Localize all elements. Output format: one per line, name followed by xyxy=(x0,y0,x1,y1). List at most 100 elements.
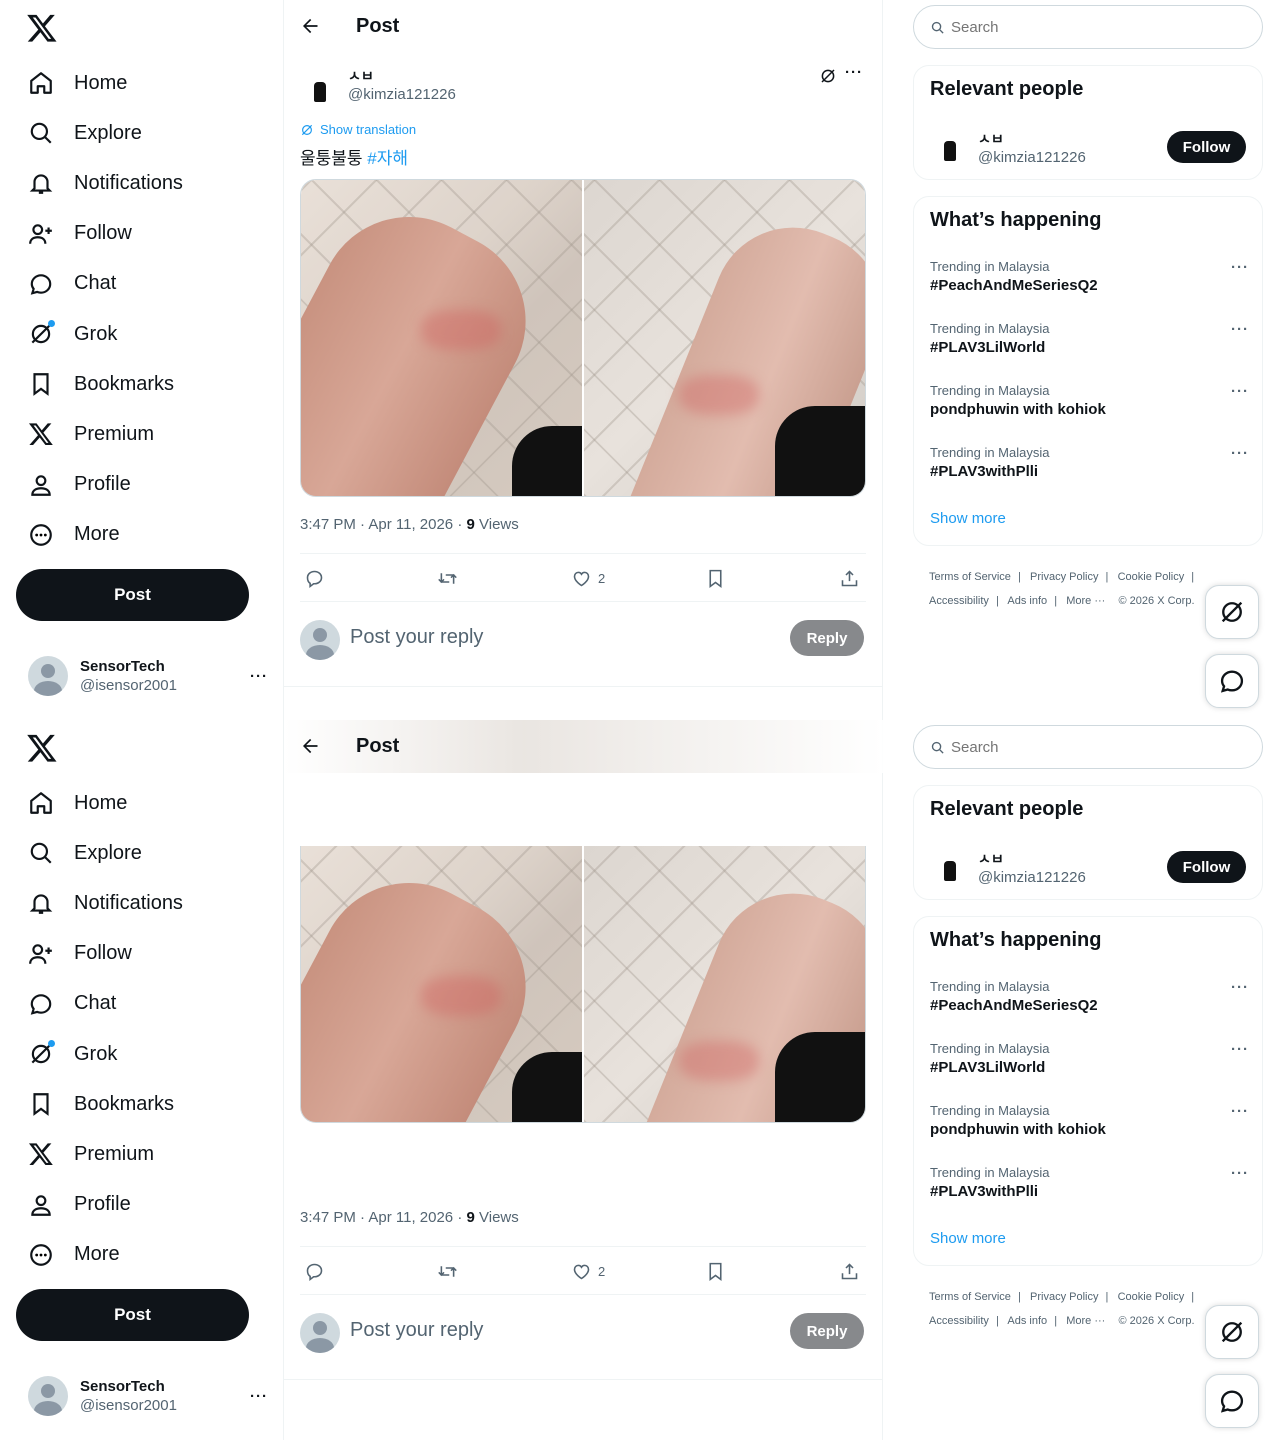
search-bar[interactable] xyxy=(913,5,1263,49)
author-name[interactable]: ㅅㅂ xyxy=(348,66,374,86)
nav-item-follow[interactable]: Follow xyxy=(16,209,276,259)
post-photo-2[interactable] xyxy=(582,180,865,496)
privacy-link[interactable]: Privacy Policy xyxy=(1030,1291,1098,1303)
nav-item-more[interactable]: More xyxy=(16,510,276,560)
reply-action[interactable] xyxy=(304,567,325,589)
trend-more-icon[interactable]: ··· xyxy=(1231,259,1249,276)
more-link[interactable]: More ··· xyxy=(1066,595,1105,607)
nav-item-home[interactable]: Home xyxy=(16,58,276,108)
trend-more-icon[interactable]: ··· xyxy=(1231,1165,1249,1182)
grok-icon[interactable] xyxy=(819,67,837,85)
trend-item[interactable]: Trending in Malaysia #PLAV3LilWorld ··· xyxy=(930,1041,1248,1091)
nav-item-bookmarks[interactable]: Bookmarks xyxy=(16,1079,276,1129)
reply-input[interactable]: Post your reply xyxy=(350,1319,483,1342)
trend-more-icon[interactable]: ··· xyxy=(1231,979,1249,996)
account-switcher[interactable]: SensorTech @isensor2001 ··· xyxy=(28,655,268,697)
nav-item-premium[interactable]: Premium xyxy=(16,409,276,459)
search-bar[interactable] xyxy=(913,725,1263,769)
person-name[interactable]: ㅅㅂ xyxy=(978,129,1004,149)
nav-item-notifications[interactable]: Notifications xyxy=(16,158,276,208)
grok-fab[interactable] xyxy=(1205,585,1259,639)
nav-item-notifications[interactable]: Notifications xyxy=(16,878,276,928)
back-arrow-icon[interactable] xyxy=(300,16,320,36)
chat-fab[interactable] xyxy=(1205,1374,1259,1428)
post-media[interactable] xyxy=(300,846,866,1123)
repost-action[interactable] xyxy=(437,567,458,589)
post-button[interactable]: Post xyxy=(16,569,249,621)
nav-item-chat[interactable]: Chat xyxy=(16,979,276,1029)
show-more-link[interactable]: Show more xyxy=(930,510,1006,527)
follow-button[interactable]: Follow xyxy=(1167,851,1246,883)
nav-item-chat[interactable]: Chat xyxy=(16,259,276,309)
trend-item[interactable]: Trending in Malaysia #PeachAndMeSeriesQ2 ·… xyxy=(930,979,1248,1029)
post-more-icon[interactable]: ··· xyxy=(845,64,863,81)
nav-item-profile[interactable]: Profile xyxy=(16,460,276,510)
trend-more-icon[interactable]: ··· xyxy=(1231,1041,1249,1058)
nav-item-bookmarks[interactable]: Bookmarks xyxy=(16,359,276,409)
nav-item-profile[interactable]: Profile xyxy=(16,1180,276,1230)
reply-button[interactable]: Reply xyxy=(790,620,864,656)
search-input[interactable] xyxy=(951,738,1241,756)
person-handle[interactable]: @kimzia121226 xyxy=(978,869,1086,886)
accessibility-link[interactable]: Accessibility xyxy=(929,595,989,607)
person-name[interactable]: ㅅㅂ xyxy=(978,849,1004,869)
share-action[interactable] xyxy=(839,567,860,589)
nav-item-explore[interactable]: Explore xyxy=(16,108,276,158)
more-icon[interactable]: ··· xyxy=(250,668,268,685)
trend-item[interactable]: Trending in Malaysia #PLAV3withPlli ··· xyxy=(930,445,1248,495)
bookmark-action[interactable] xyxy=(705,567,726,589)
reply-input[interactable]: Post your reply xyxy=(350,626,483,649)
person-handle[interactable]: @kimzia121226 xyxy=(978,149,1086,166)
trend-item[interactable]: Trending in Malaysia pondphuwin with kohi… xyxy=(930,1103,1248,1153)
cookie-link[interactable]: Cookie Policy xyxy=(1118,571,1185,583)
nav-item-premium[interactable]: Premium xyxy=(16,1129,276,1179)
person-avatar[interactable] xyxy=(930,851,970,891)
x-logo-icon[interactable] xyxy=(26,12,58,44)
search-input[interactable] xyxy=(951,18,1241,36)
nav-item-grok[interactable]: Grok xyxy=(16,309,276,359)
chat-fab[interactable] xyxy=(1205,654,1259,708)
cookie-link[interactable]: Cookie Policy xyxy=(1118,1291,1185,1303)
post-photo-1[interactable] xyxy=(301,846,582,1122)
bookmark-action[interactable] xyxy=(705,1260,726,1282)
x-logo-icon[interactable] xyxy=(26,732,58,764)
post-photo-1[interactable] xyxy=(301,180,582,496)
privacy-link[interactable]: Privacy Policy xyxy=(1030,571,1098,583)
ads-info-link[interactable]: Ads info xyxy=(1007,595,1047,607)
post-media[interactable] xyxy=(300,179,866,497)
account-switcher[interactable]: SensorTech @isensor2001 ··· xyxy=(28,1375,268,1417)
trend-item[interactable]: Trending in Malaysia #PLAV3LilWorld ··· xyxy=(930,321,1248,371)
accessibility-link[interactable]: Accessibility xyxy=(929,1315,989,1327)
back-arrow-icon[interactable] xyxy=(300,736,320,756)
nav-item-follow[interactable]: Follow xyxy=(16,929,276,979)
post-button[interactable]: Post xyxy=(16,1289,249,1341)
trend-more-icon[interactable]: ··· xyxy=(1231,321,1249,338)
terms-link[interactable]: Terms of Service xyxy=(929,1291,1011,1303)
trend-item[interactable]: Trending in Malaysia pondphuwin with kohi… xyxy=(930,383,1248,433)
trend-item[interactable]: Trending in Malaysia #PeachAndMeSeriesQ2 ·… xyxy=(930,259,1248,309)
post-photo-2[interactable] xyxy=(582,846,865,1122)
nav-item-grok[interactable]: Grok xyxy=(16,1029,276,1079)
grok-fab[interactable] xyxy=(1205,1305,1259,1359)
repost-action[interactable] xyxy=(437,1260,458,1282)
hashtag-link[interactable]: #자해 xyxy=(367,149,408,168)
ads-info-link[interactable]: Ads info xyxy=(1007,1315,1047,1327)
reply-button[interactable]: Reply xyxy=(790,1313,864,1349)
show-translation-link[interactable]: Show translation xyxy=(300,122,416,137)
more-link[interactable]: More ··· xyxy=(1066,1315,1105,1327)
terms-link[interactable]: Terms of Service xyxy=(929,571,1011,583)
like-action[interactable]: 2 xyxy=(571,1260,605,1282)
trend-more-icon[interactable]: ··· xyxy=(1231,445,1249,462)
follow-button[interactable]: Follow xyxy=(1167,131,1246,163)
author-avatar[interactable] xyxy=(300,72,340,112)
nav-item-more[interactable]: More xyxy=(16,1230,276,1280)
author-handle[interactable]: @kimzia121226 xyxy=(348,86,456,103)
nav-item-home[interactable]: Home xyxy=(16,778,276,828)
show-more-link[interactable]: Show more xyxy=(930,1230,1006,1247)
trend-more-icon[interactable]: ··· xyxy=(1231,383,1249,400)
like-action[interactable]: 2 xyxy=(571,567,605,589)
reply-action[interactable] xyxy=(304,1260,325,1282)
share-action[interactable] xyxy=(839,1260,860,1282)
trend-more-icon[interactable]: ··· xyxy=(1231,1103,1249,1120)
more-icon[interactable]: ··· xyxy=(250,1388,268,1405)
